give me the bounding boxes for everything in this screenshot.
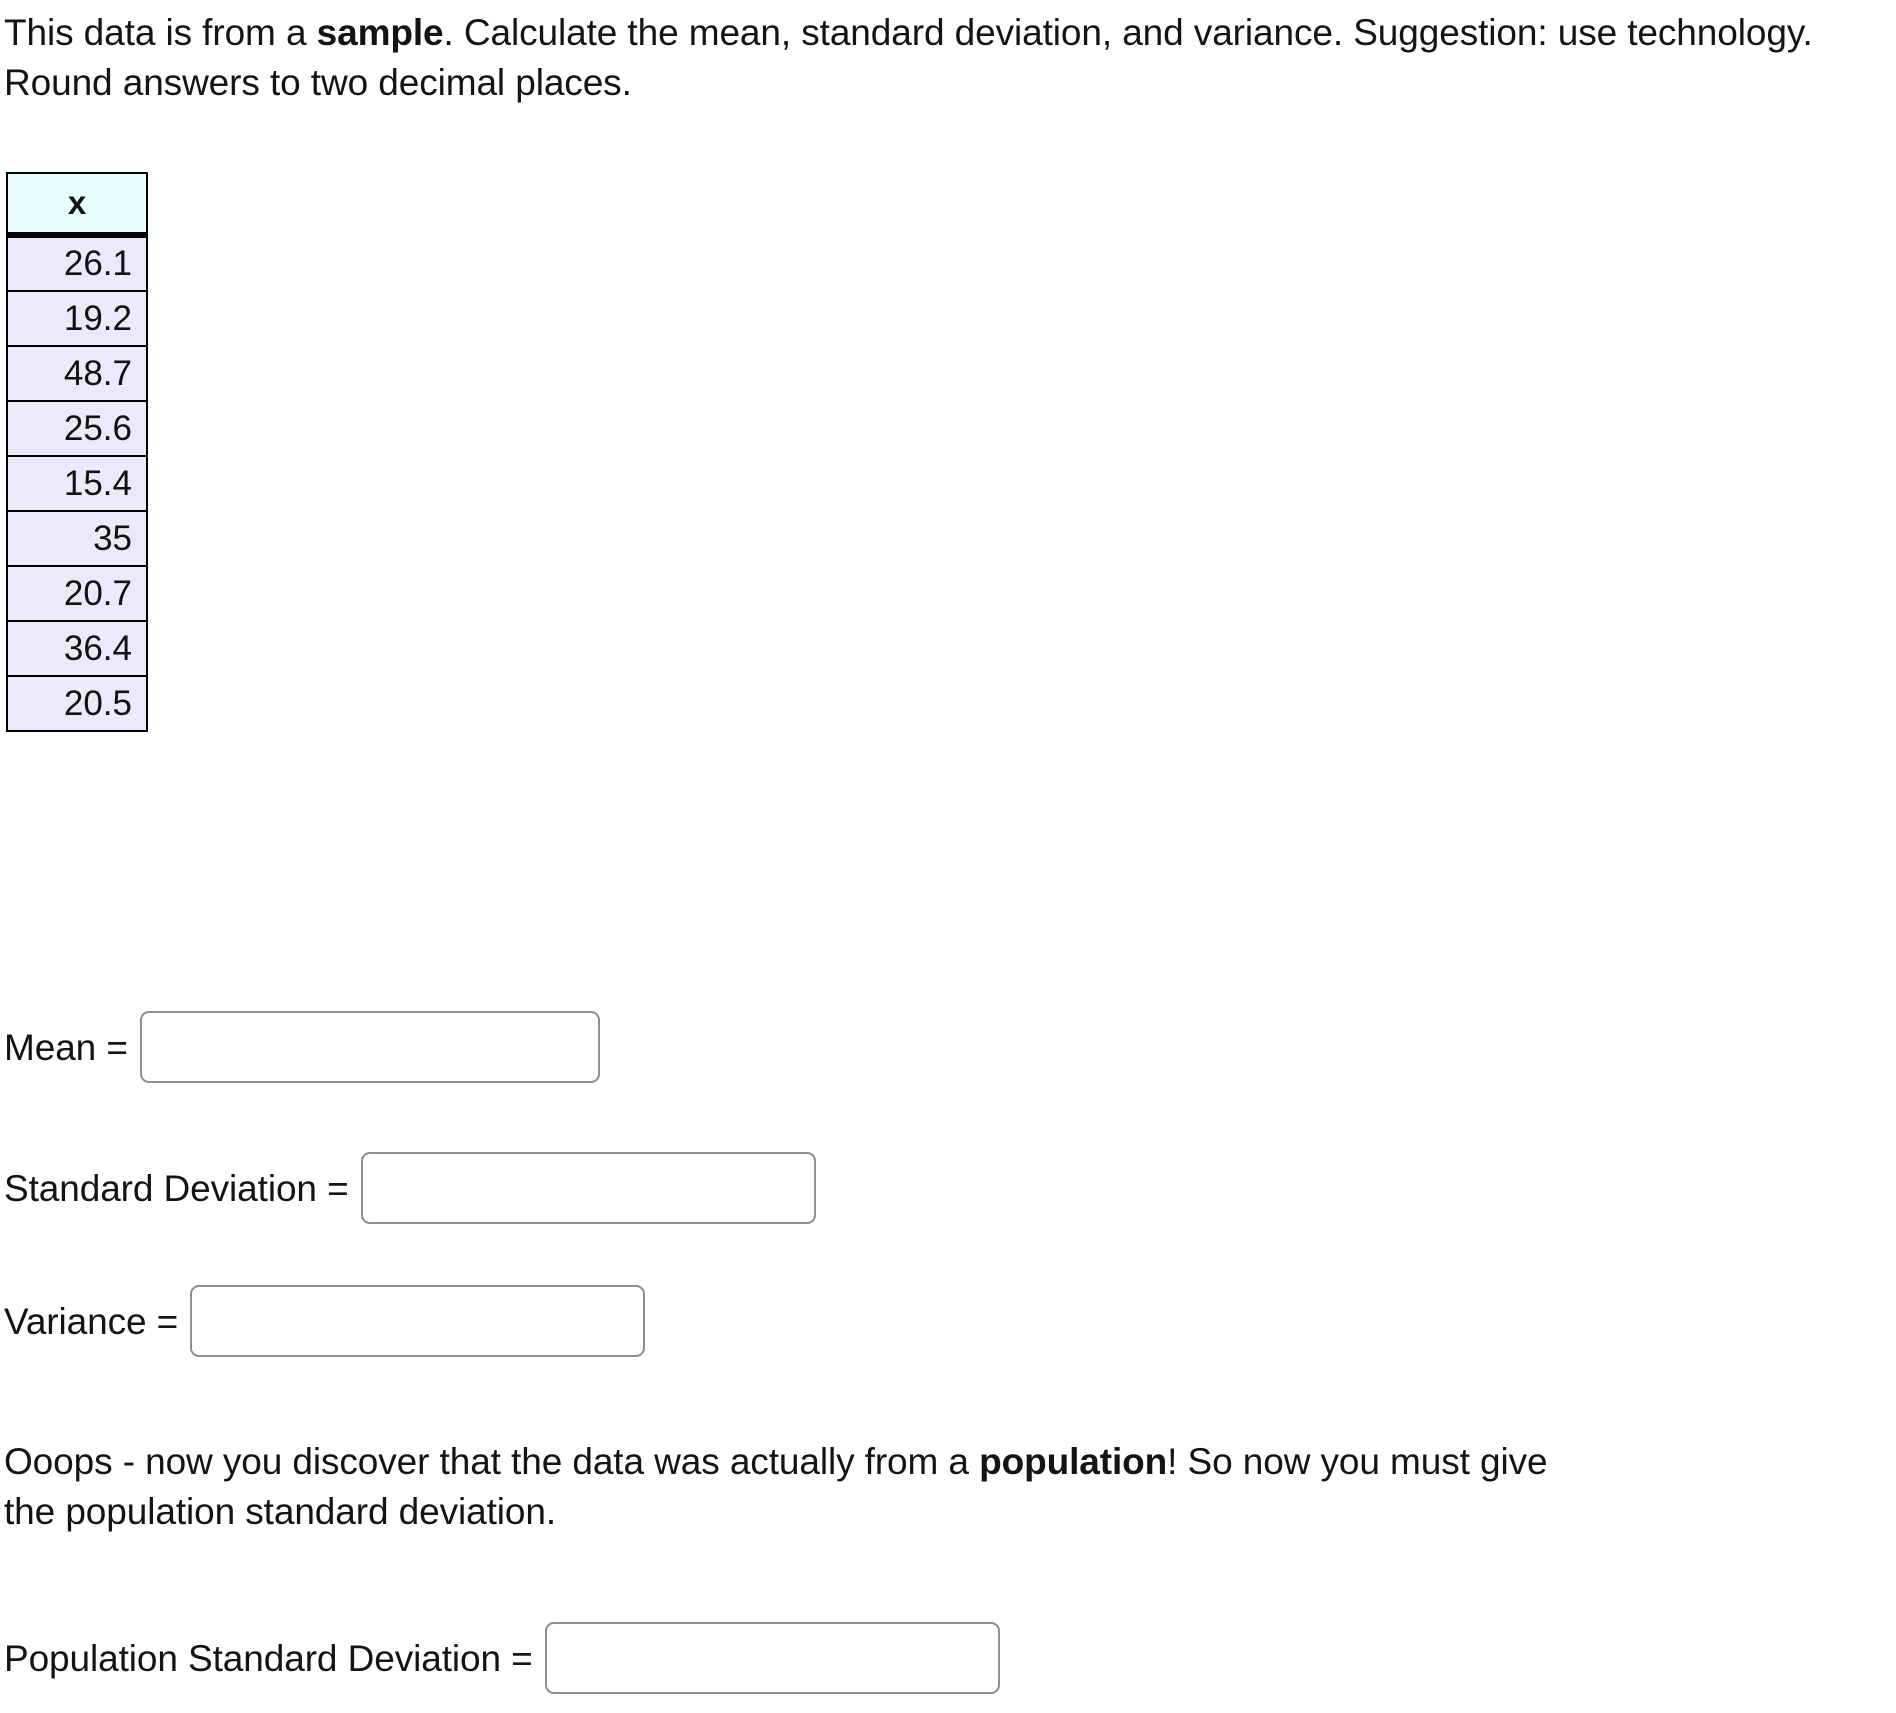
- mean-row: Mean =: [4, 1011, 600, 1083]
- data-table-container: x 26.1 19.2 48.7 25.6 15.4 35 20.7 36.4 20.5: [6, 172, 148, 732]
- standard-deviation-row: Standard Deviation =: [4, 1152, 816, 1224]
- intro-paragraph: This data is from a sample. Calculate th…: [4, 8, 1884, 109]
- table-row: 35: [6, 510, 148, 567]
- population-standard-deviation-input[interactable]: [544, 1622, 1000, 1694]
- table-row: 20.7: [6, 565, 148, 622]
- table-row: 26.1: [6, 234, 148, 292]
- standard-deviation-input[interactable]: [360, 1152, 816, 1224]
- table-cell-x: 15.4: [6, 455, 148, 512]
- table-cell-x: 35: [6, 510, 148, 567]
- mean-input[interactable]: [139, 1011, 600, 1083]
- table-row: 48.7: [6, 345, 148, 402]
- standard-deviation-label: Standard Deviation =: [4, 1167, 349, 1209]
- table-row: 25.6: [6, 400, 148, 457]
- table-row: 20.5: [6, 675, 148, 732]
- table-cell-x: 19.2: [6, 290, 148, 347]
- population-standard-deviation-label: Population Standard Deviation =: [4, 1637, 533, 1679]
- oops-bold-population: population: [979, 1441, 1168, 1482]
- table-row: 19.2: [6, 290, 148, 347]
- oops-text-before: Ooops - now you discover that the data w…: [4, 1441, 980, 1482]
- column-header-x: x: [6, 172, 148, 238]
- table-header-row: x: [6, 172, 148, 238]
- intro-text-before: This data is from a: [4, 12, 317, 53]
- variance-label: Variance =: [4, 1300, 179, 1342]
- table-cell-x: 20.7: [6, 565, 148, 622]
- table-row: 15.4: [6, 455, 148, 512]
- mean-label: Mean =: [4, 1026, 128, 1068]
- data-table-head: x: [6, 172, 148, 238]
- table-cell-x: 48.7: [6, 345, 148, 402]
- table-cell-x: 26.1: [6, 234, 148, 292]
- intro-bold-sample: sample: [316, 12, 444, 53]
- table-cell-x: 36.4: [6, 620, 148, 677]
- worksheet-page: This data is from a sample. Calculate th…: [0, 0, 1896, 1713]
- table-cell-x: 25.6: [6, 400, 148, 457]
- oops-paragraph: Ooops - now you discover that the data w…: [4, 1437, 1564, 1538]
- data-table-body: 26.1 19.2 48.7 25.6 15.4 35 20.7 36.4 20.5: [6, 234, 148, 732]
- table-cell-x: 20.5: [6, 675, 148, 732]
- data-table: x 26.1 19.2 48.7 25.6 15.4 35 20.7 36.4 20.5: [6, 172, 148, 732]
- table-row: 36.4: [6, 620, 148, 677]
- population-standard-deviation-row: Population Standard Deviation =: [4, 1622, 1000, 1694]
- variance-input[interactable]: [190, 1285, 646, 1357]
- variance-row: Variance =: [4, 1285, 646, 1357]
